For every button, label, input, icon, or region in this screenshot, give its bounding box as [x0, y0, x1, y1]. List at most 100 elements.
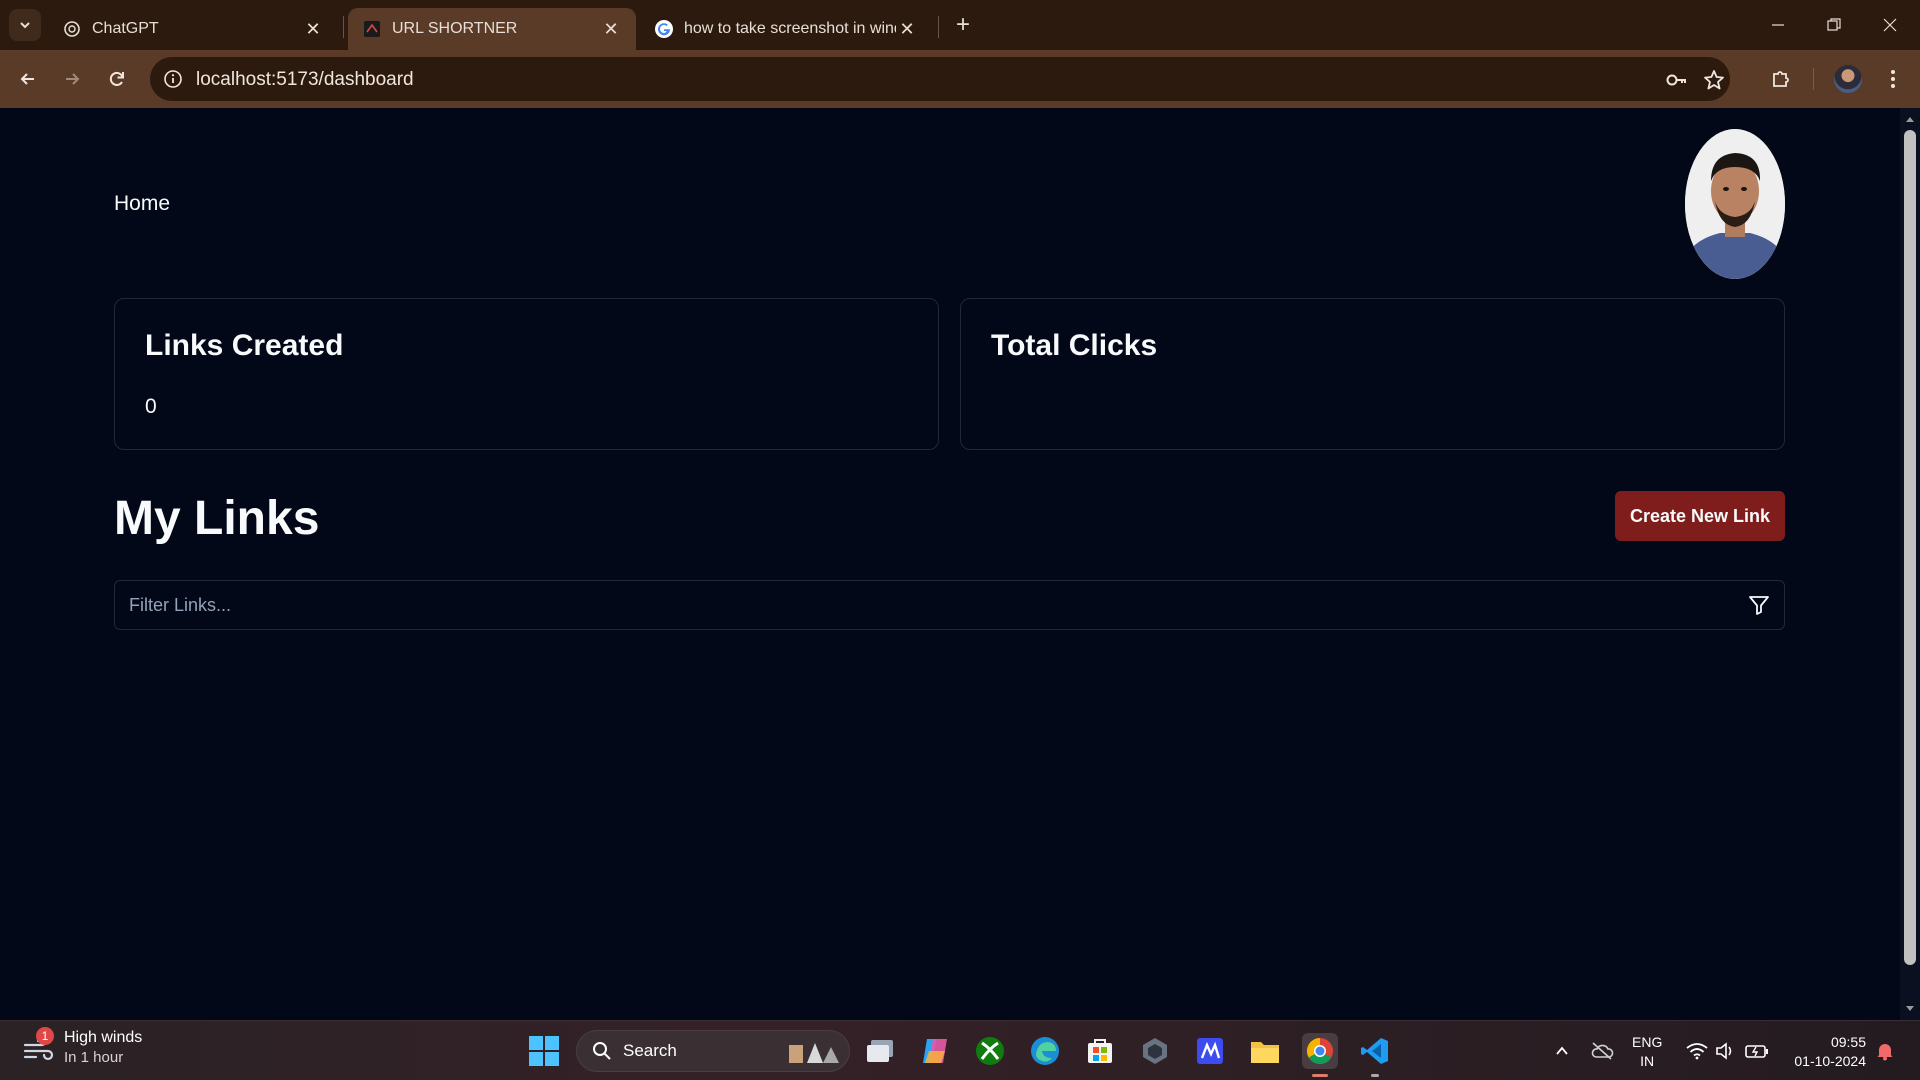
file-explorer-app[interactable] [1247, 1033, 1283, 1069]
weather-widget[interactable]: 1 High winds In 1 hour [22, 1026, 143, 1066]
weather-title: High winds [64, 1029, 143, 1046]
input-language[interactable]: ENG IN [1632, 1033, 1662, 1071]
cloud-off-icon [1591, 1042, 1614, 1060]
task-view-icon [867, 1040, 893, 1062]
more-vertical-icon [1891, 70, 1895, 88]
onedrive-tray[interactable] [1590, 1039, 1614, 1063]
browser-menu-button[interactable] [1877, 63, 1909, 95]
tab-divider [938, 16, 939, 38]
copilot-app[interactable] [917, 1033, 953, 1069]
bell-icon [1877, 1044, 1893, 1061]
profile-avatar [1834, 65, 1862, 93]
restore-icon [1827, 18, 1841, 31]
copilot-icon [923, 1039, 947, 1063]
battery-icon [1745, 1045, 1768, 1058]
windows-taskbar: 1 High winds In 1 hour Search ENG IN 09:… [0, 1020, 1920, 1080]
nav-home-link[interactable]: Home [114, 192, 170, 216]
tab-title: URL SHORTNER [392, 20, 518, 37]
extensions-button[interactable] [1765, 63, 1797, 95]
stat-card-title: Links Created [145, 329, 344, 362]
filter-links-input[interactable] [129, 581, 1729, 629]
weather-badge: 1 [36, 1026, 54, 1045]
tab-search-button[interactable] [9, 9, 41, 41]
scroll-up-icon[interactable] [1905, 114, 1915, 124]
xbox-icon [976, 1037, 1004, 1065]
clock-date: 01-10-2024 [1794, 1053, 1866, 1069]
tab-divider [343, 16, 344, 38]
close-window-button[interactable] [1862, 0, 1918, 50]
notifications-button[interactable] [1873, 1039, 1897, 1063]
tab-chatgpt[interactable]: ChatGPT ✕ [48, 8, 338, 50]
browser-tab-bar: ChatGPT ✕ URL SHORTNER ✕ how to take scr… [0, 0, 1920, 50]
hexagon-app-icon [1143, 1038, 1167, 1064]
xbox-app[interactable] [972, 1033, 1008, 1069]
profile-button[interactable] [1832, 63, 1864, 95]
design-app-icon [1197, 1038, 1223, 1064]
chevron-down-icon [20, 22, 30, 29]
scrollbar-thumb[interactable] [1904, 130, 1916, 965]
vscode-app[interactable] [1357, 1033, 1393, 1077]
filter-icon[interactable] [1748, 594, 1770, 616]
browser-toolbar: localhost:5173/dashboard [0, 50, 1920, 108]
tab-google-search[interactable]: how to take screenshot in windo ✕ [640, 8, 932, 50]
chrome-icon [1306, 1037, 1333, 1065]
wind-icon: 1 [22, 1026, 56, 1065]
close-icon [1883, 18, 1897, 32]
settings-app[interactable] [1137, 1033, 1173, 1069]
clock-time: 09:55 [1830, 1034, 1866, 1050]
address-url: localhost:5173/dashboard [196, 69, 414, 90]
reload-icon [109, 71, 124, 86]
page-scrollbar[interactable] [1900, 108, 1920, 1020]
back-button[interactable] [12, 63, 44, 95]
running-indicator [1371, 1074, 1379, 1077]
minimize-button[interactable] [1750, 0, 1806, 50]
chrome-app[interactable] [1302, 1033, 1338, 1077]
start-button[interactable] [528, 1035, 560, 1067]
stat-card-value: 0 [145, 395, 157, 418]
user-photo [1685, 129, 1785, 279]
task-view-app[interactable] [862, 1033, 898, 1069]
reload-button[interactable] [101, 63, 133, 95]
system-clock[interactable]: 09:55 01-10-2024 [1786, 1033, 1866, 1071]
store-app[interactable] [1082, 1033, 1118, 1069]
stat-card-total-clicks: Total Clicks [960, 298, 1785, 450]
scroll-down-icon[interactable] [1905, 1004, 1915, 1014]
edge-app[interactable] [1027, 1033, 1063, 1069]
show-hidden-icons-button[interactable] [1550, 1039, 1574, 1063]
battery-tray[interactable] [1745, 1039, 1769, 1063]
design-app[interactable] [1192, 1033, 1228, 1069]
password-key-icon[interactable] [1664, 68, 1688, 92]
folder-icon [1251, 1042, 1279, 1063]
taskbar-search[interactable]: Search [576, 1030, 850, 1072]
search-icon [591, 1040, 613, 1062]
language-region: IN [1640, 1053, 1655, 1069]
store-icon [1088, 1039, 1112, 1063]
wifi-icon [1686, 1043, 1708, 1060]
search-label: Search [623, 1041, 677, 1060]
windows-logo-icon [529, 1036, 559, 1066]
tab-url-shortner[interactable]: URL SHORTNER ✕ [348, 8, 636, 50]
language-code: ENG [1632, 1034, 1663, 1050]
weather-subtitle: In 1 hour [64, 1049, 124, 1066]
close-icon[interactable]: ✕ [896, 18, 918, 40]
chatgpt-icon [62, 19, 82, 39]
page-title: My Links [114, 492, 320, 545]
user-avatar[interactable] [1685, 129, 1785, 279]
toolbar-divider [1813, 68, 1814, 90]
bookmark-star-icon[interactable] [1702, 68, 1726, 92]
network-tray[interactable] [1685, 1039, 1709, 1063]
site-info-icon[interactable] [162, 68, 184, 90]
arrow-right-icon [66, 73, 80, 85]
close-icon[interactable]: ✕ [600, 18, 622, 40]
new-tab-button[interactable]: + [947, 9, 979, 41]
forward-button[interactable] [56, 63, 88, 95]
restore-button[interactable] [1806, 0, 1862, 50]
address-bar[interactable]: localhost:5173/dashboard [150, 57, 1730, 101]
puzzle-icon [1773, 71, 1789, 87]
close-icon[interactable]: ✕ [302, 18, 324, 40]
volume-tray[interactable] [1714, 1039, 1738, 1063]
tab-title: how to take screenshot in windo [684, 20, 896, 37]
edge-icon [1031, 1037, 1059, 1065]
stat-card-links-created: Links Created 0 [114, 298, 939, 450]
create-new-link-button[interactable]: Create New Link [1615, 491, 1785, 541]
